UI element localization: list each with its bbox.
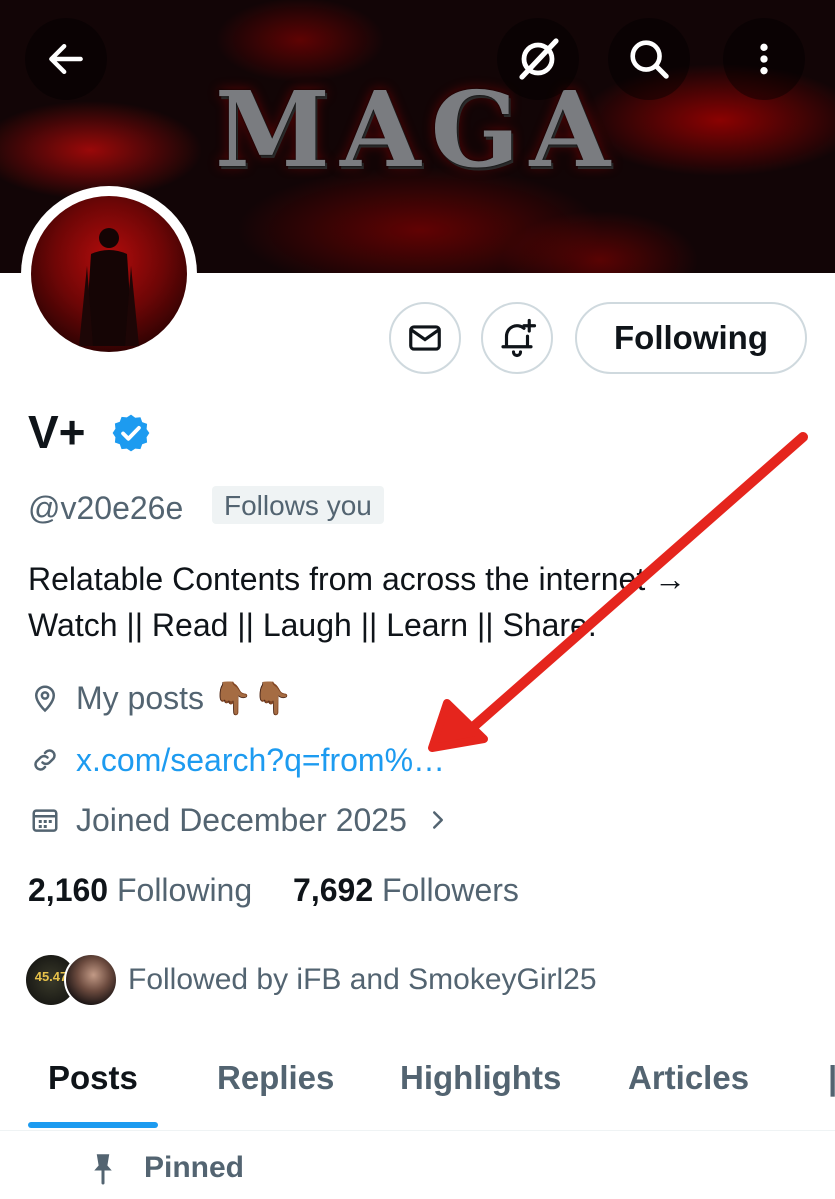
grok-icon	[519, 38, 559, 80]
more-vertical-icon	[760, 43, 768, 75]
bio: Relatable Contents from across the inter…	[28, 556, 818, 648]
tab-highlights[interactable]: Highlights	[400, 1058, 561, 1098]
link-icon	[28, 743, 62, 777]
website-row[interactable]: x.com/search?q=from%…	[28, 740, 445, 780]
pinned-label-row: Pinned	[88, 1150, 244, 1186]
pin-icon	[94, 1154, 112, 1185]
tab-replies[interactable]: Replies	[217, 1058, 334, 1098]
back-button[interactable]	[25, 18, 107, 100]
calendar-icon	[28, 803, 62, 837]
followers-label: Followers	[382, 872, 519, 908]
following-count: 2,160	[28, 872, 109, 908]
more-button[interactable]	[723, 18, 805, 100]
tab-posts[interactable]: Posts	[48, 1058, 138, 1098]
avatar[interactable]	[31, 196, 187, 352]
location-row: My posts 👇🏾👇🏾	[28, 678, 293, 718]
following-label: Following	[116, 872, 253, 908]
joined-row[interactable]: Joined December 2025	[28, 800, 449, 840]
location-text: My posts 👇🏾👇🏾	[76, 680, 293, 716]
grok-button[interactable]	[497, 18, 579, 100]
message-icon	[409, 325, 441, 351]
location-pin-icon	[28, 681, 62, 715]
bio-line-1: Relatable Contents from across the inter…	[28, 561, 687, 597]
chevron-right-icon	[427, 805, 449, 835]
follower-avatar-smokeygirl	[64, 953, 118, 1007]
message-button[interactable]	[389, 302, 461, 374]
tab-overflow[interactable]: |	[828, 1058, 835, 1098]
follows-you-badge: Follows you	[212, 486, 384, 524]
follow-stats: 2,160 Following 7,692 Followers	[28, 870, 519, 910]
followed-by-text: Followed by iFB and SmokeyGirl25	[128, 963, 597, 996]
search-icon	[630, 40, 669, 79]
display-name: V+	[28, 406, 86, 458]
joined-text: Joined December 2025	[76, 802, 407, 838]
following-button[interactable]: Following	[575, 302, 807, 374]
profile-tabs: Posts Replies Highlights Articles |	[0, 1040, 835, 1131]
active-tab-indicator	[28, 1122, 158, 1128]
pinned-text: Pinned	[144, 1151, 245, 1184]
following-stat[interactable]: 2,160 Following	[28, 872, 252, 908]
bell-plus-icon	[501, 318, 537, 358]
followed-by-row[interactable]: 45.47 Followed by iFB and SmokeyGirl25	[24, 952, 597, 1008]
verified-badge-icon	[112, 414, 150, 452]
handle: @v20e26e	[28, 490, 184, 526]
search-button[interactable]	[608, 18, 690, 100]
bio-line-2: Watch || Read || Laugh || Learn || Share…	[28, 607, 597, 643]
back-arrow-icon	[49, 43, 83, 75]
followers-count: 7,692	[293, 872, 374, 908]
avatar-figure	[79, 228, 139, 346]
tab-articles[interactable]: Articles	[628, 1058, 749, 1098]
website-link[interactable]: x.com/search?q=from%…	[76, 740, 445, 780]
notify-button[interactable]	[481, 302, 553, 374]
followers-stat[interactable]: 7,692 Followers	[293, 872, 519, 908]
banner-title: MAGA	[214, 68, 621, 191]
